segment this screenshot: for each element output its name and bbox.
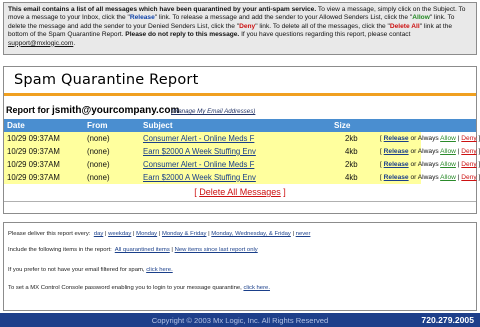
row-size: 2kb <box>345 134 358 143</box>
intro-no-reply: Please do not reply to this message. <box>123 31 240 39</box>
allow-link[interactable]: Allow <box>440 135 456 142</box>
report-email: jsmith@yourcompany.com <box>52 105 180 116</box>
row-from: (none) <box>87 160 110 169</box>
row-actions: [ Release or Always Allow | Deny ] <box>380 148 480 155</box>
release-link[interactable]: Release <box>384 135 409 142</box>
freq-never-link[interactable]: never <box>296 231 311 237</box>
or-always-text: or Always <box>408 161 441 168</box>
intro-text: " link. To delete all of the messages, c… <box>255 22 390 30</box>
release-link[interactable]: Release <box>384 161 409 168</box>
row-size: 4kb <box>345 147 358 156</box>
intro-deny-word: Deny <box>239 22 256 30</box>
allow-link[interactable]: Allow <box>440 161 456 168</box>
freq-weekday-link[interactable]: weekday <box>108 231 131 237</box>
include-label: Include the following items in the repor… <box>8 247 112 253</box>
row-date: 10/29 09:37AM <box>7 134 60 143</box>
row-subject-link[interactable]: Earn $2000 A Week Stuffing Env <box>143 147 278 156</box>
set-password-link[interactable]: click here. <box>243 285 270 291</box>
column-subject: Subject <box>143 121 173 130</box>
table-row: 10/29 09:37AM (none) Earn $2000 A Week S… <box>4 145 480 158</box>
freq-day-link[interactable]: day <box>94 231 104 237</box>
table-bottom-divider <box>4 201 476 202</box>
intro-allow-word: Allow <box>412 14 430 22</box>
intro-bold-lead: This email contains a list of all messag… <box>8 6 317 13</box>
report-recipient: Report for jsmith@yourcompany.com <box>6 105 179 116</box>
table-row: 10/29 09:37AM (none) Consumer Alert - On… <box>4 132 480 145</box>
row-subject-link[interactable]: Consumer Alert - Online Meds F <box>143 134 278 143</box>
report-for-label: Report for <box>6 105 52 115</box>
table-row: 10/29 09:37AM (none) Earn $2000 A Week S… <box>4 171 480 184</box>
delivery-frequency-line: Please deliver this report every: day | … <box>8 231 311 237</box>
footer-bar: Copyright © 2003 Mx Logic, Inc. All Righ… <box>0 313 480 327</box>
column-date: Date <box>7 121 25 130</box>
row-date: 10/29 09:37AM <box>7 147 60 156</box>
filter-opt-out-line: If you prefer to not have your email fil… <box>8 267 173 273</box>
row-size: 2kb <box>345 160 358 169</box>
column-size: Size <box>334 121 351 130</box>
intro-text: . <box>73 39 76 47</box>
intro-release-word: Release <box>129 14 155 22</box>
release-link[interactable]: Release <box>384 174 409 181</box>
row-date: 10/29 09:37AM <box>7 160 60 169</box>
allow-link[interactable]: Allow <box>440 174 456 181</box>
delivery-label: Please deliver this report every: <box>8 231 91 237</box>
table-row: 10/29 09:37AM (none) Consumer Alert - On… <box>4 158 480 171</box>
table-header: Date From Subject Size <box>4 119 476 132</box>
or-always-text: or Always <box>408 174 441 181</box>
row-date: 10/29 09:37AM <box>7 173 60 182</box>
or-always-text: or Always <box>408 148 441 155</box>
password-line: To set a MX Control Console password ena… <box>8 285 270 291</box>
include-all-link[interactable]: All quarantined items <box>115 247 170 253</box>
quarantine-report-panel: Spam Quarantine Report Report for jsmith… <box>3 66 480 214</box>
intro-notice: This email contains a list of all messag… <box>3 2 477 55</box>
manage-addresses-link[interactable]: (Manage My Email Addresses) <box>171 108 255 115</box>
intro-delete-all-word: Delete All <box>389 22 420 30</box>
password-label: To set a MX Control Console password ena… <box>8 285 242 291</box>
include-new-link[interactable]: New items since last report only <box>175 247 258 253</box>
support-email-link[interactable]: support@mxlogic.com <box>8 40 73 47</box>
intro-text: If you have questions regarding this rep… <box>239 31 411 39</box>
row-subject-link[interactable]: Earn $2000 A Week Stuffing Env <box>143 173 278 182</box>
include-items-line: Include the following items in the repor… <box>8 247 258 253</box>
report-title: Spam Quarantine Report <box>14 72 199 88</box>
release-link[interactable]: Release <box>384 148 409 155</box>
deny-link[interactable]: Deny <box>461 174 476 181</box>
row-actions: [ Release or Always Allow | Deny ] <box>380 161 480 168</box>
row-actions: [ Release or Always Allow | Deny ] <box>380 135 480 142</box>
row-from: (none) <box>87 173 110 182</box>
row-actions: [ Release or Always Allow | Deny ] <box>380 174 480 181</box>
row-from: (none) <box>87 134 110 143</box>
deny-link[interactable]: Deny <box>461 148 476 155</box>
delete-all-messages-link[interactable]: Delete All Messages <box>199 187 281 197</box>
freq-mwf-link[interactable]: Monday, Wednesday, & Friday <box>211 231 291 237</box>
deny-link[interactable]: Deny <box>461 135 476 142</box>
freq-monday-friday-link[interactable]: Monday & Friday <box>162 231 207 237</box>
column-from: From <box>87 121 108 130</box>
filter-label: If you prefer to not have your email fil… <box>8 267 145 273</box>
allow-link[interactable]: Allow <box>440 148 456 155</box>
row-subject-link[interactable]: Consumer Alert - Online Meds F <box>143 160 278 169</box>
row-from: (none) <box>87 147 110 156</box>
support-phone: 720.279.2005 <box>421 315 474 325</box>
filter-opt-out-link[interactable]: click here. <box>146 267 173 273</box>
copyright-text: Copyright © 2003 Mx Logic, Inc. All Righ… <box>151 316 329 325</box>
delete-all-row: [ Delete All Messages ] <box>4 187 476 197</box>
row-size: 4kb <box>345 173 358 182</box>
deny-link[interactable]: Deny <box>461 161 476 168</box>
freq-monday-link[interactable]: Monday <box>136 231 157 237</box>
title-divider <box>4 93 476 96</box>
or-always-text: or Always <box>408 135 441 142</box>
quarantine-table: Date From Subject Size 10/29 09:37AM (no… <box>4 119 480 202</box>
intro-text: " link. To release a message and add the… <box>154 14 413 22</box>
bracket: ] <box>280 187 286 197</box>
report-settings-panel: Please deliver this report every: day | … <box>3 222 477 311</box>
